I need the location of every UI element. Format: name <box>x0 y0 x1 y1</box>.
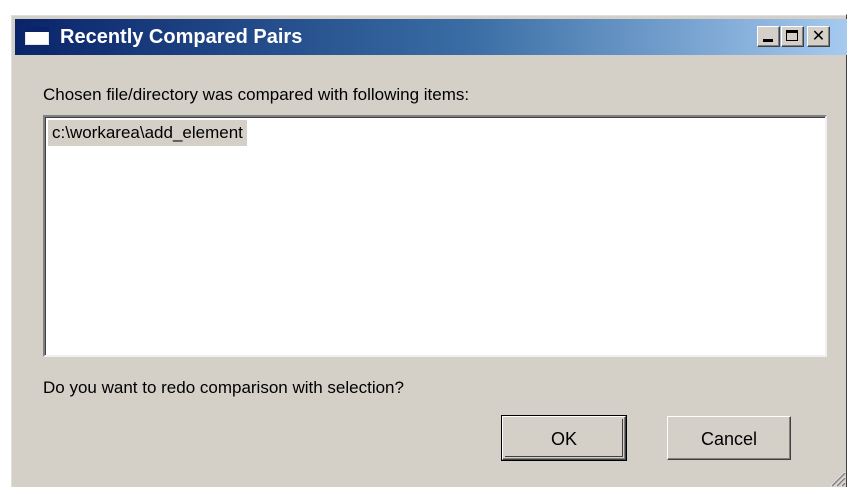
title-bar[interactable]: Recently Compared Pairs ✕ <box>15 19 847 55</box>
question-label: Do you want to redo comparison with sele… <box>43 378 404 397</box>
resize-grip-icon[interactable] <box>826 467 846 487</box>
ok-button[interactable]: OK <box>501 415 627 461</box>
list-item[interactable]: c:\workarea\add_element <box>48 120 247 146</box>
window-icon <box>25 27 49 45</box>
maximize-button[interactable] <box>781 26 804 47</box>
cancel-button[interactable]: Cancel <box>667 416 791 460</box>
ok-button-frame <box>505 419 623 457</box>
close-button[interactable]: ✕ <box>807 26 830 47</box>
recently-compared-pairs-dialog: Recently Compared Pairs ✕ Chosen file/di… <box>10 14 847 487</box>
cancel-button-label: Cancel <box>700 429 758 449</box>
window-title: Recently Compared Pairs <box>60 26 303 48</box>
maximize-icon <box>786 30 798 41</box>
minimize-button[interactable] <box>757 26 780 47</box>
compared-items-list[interactable]: c:\workarea\add_element <box>43 115 827 357</box>
intro-label: Chosen file/directory was compared with … <box>43 85 470 104</box>
close-icon: ✕ <box>811 26 826 45</box>
minimize-icon <box>763 39 773 42</box>
